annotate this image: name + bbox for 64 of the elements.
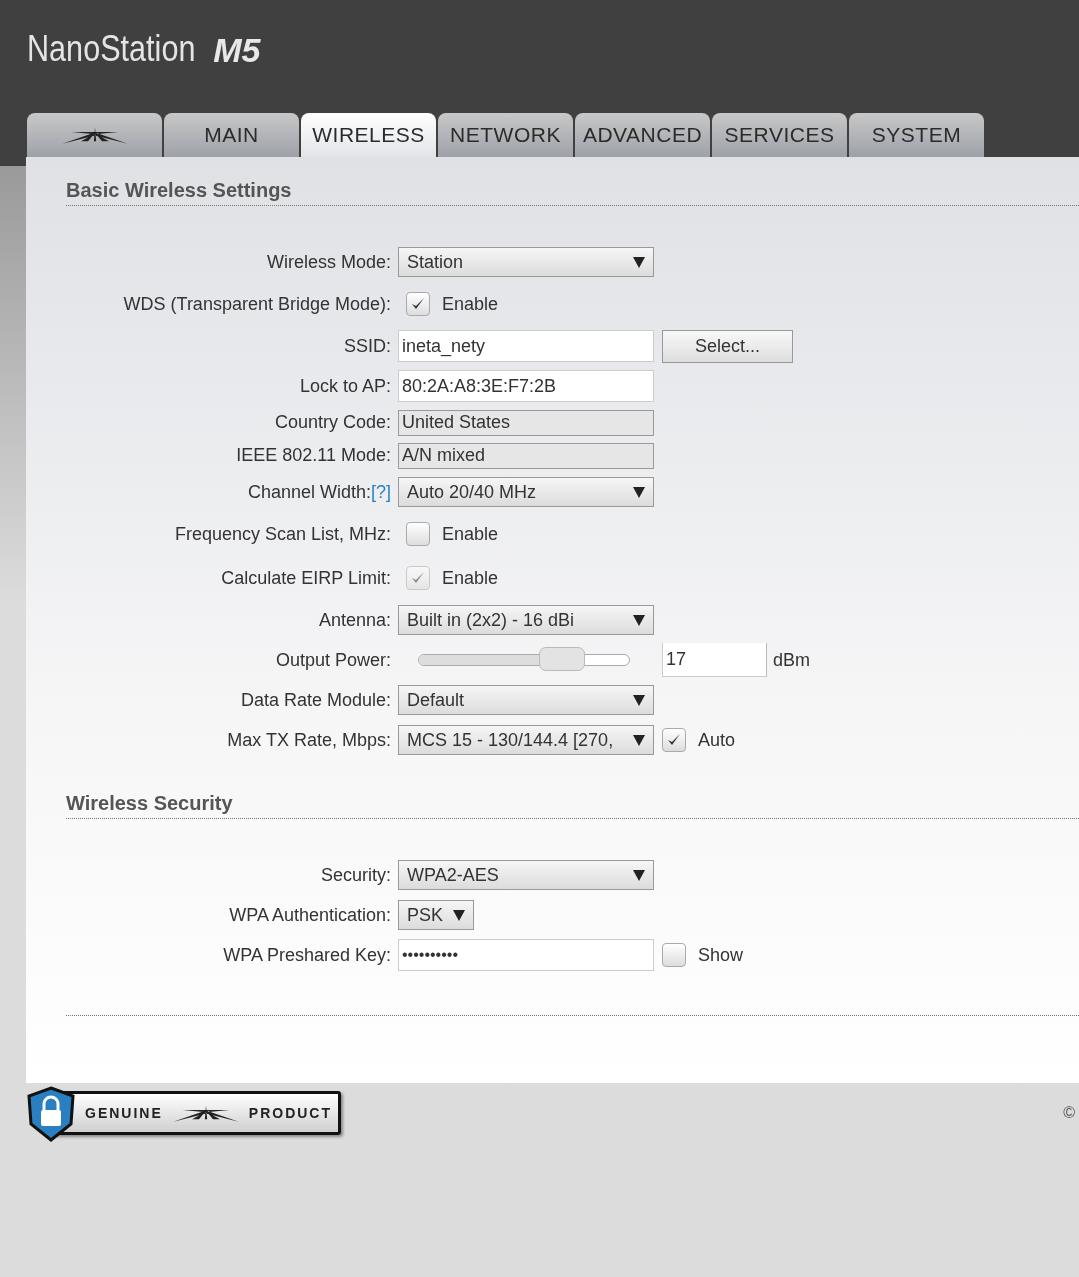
caret-icon (453, 909, 465, 921)
section-title: Wireless Security (66, 792, 1079, 819)
caret-icon (633, 256, 645, 268)
password-field[interactable]: •••••••••• (398, 939, 654, 971)
caret-icon (633, 486, 645, 498)
field-label: WPA Preshared Key: (222, 944, 392, 966)
nav-tab[interactable]: MAIN (164, 113, 299, 157)
badge-text: GENUINE (85, 1105, 163, 1121)
field-label: Security: (319, 864, 392, 886)
product-name: NanoStation (27, 28, 196, 70)
nav-tab[interactable] (27, 113, 162, 157)
field-label: Country Code: (273, 412, 392, 433)
badge-text: PRODUCT (248, 1105, 333, 1121)
nav-tab[interactable]: SYSTEM (849, 113, 984, 157)
checkbox[interactable] (662, 943, 686, 967)
dropdown[interactable]: PSK (398, 900, 474, 930)
field-label: SSID: (343, 335, 392, 357)
nav-tab[interactable]: ADVANCED (575, 113, 710, 157)
checkbox[interactable] (406, 522, 430, 546)
checkbox[interactable] (662, 728, 686, 752)
nav-tab[interactable]: WIRELESS (301, 113, 436, 157)
field-label: Max TX Rate, Mbps: (226, 729, 392, 751)
nav-tab[interactable]: NETWORK (438, 113, 573, 157)
slider-track[interactable] (418, 647, 630, 673)
field-label: Wireless Mode: (265, 251, 392, 273)
field-label: Channel Width:[?] (246, 481, 392, 503)
dropdown[interactable]: Station (398, 247, 654, 277)
checkbox-label: Show (698, 944, 744, 966)
caret-icon (633, 614, 645, 626)
slider-thumb[interactable] (539, 647, 586, 671)
caret-icon (633, 734, 645, 746)
dropdown[interactable]: MCS 15 - 130/144.4 [270, (398, 725, 654, 755)
dropdown[interactable]: Built in (2x2) - 16 dBi (398, 605, 654, 635)
field-label: Frequency Scan List, MHz: (173, 523, 392, 545)
input-field[interactable]: 80:2A:A8:3E:F7:2B (398, 370, 654, 402)
field-label: Antenna: (317, 609, 392, 631)
field-label: Output Power: (274, 649, 392, 671)
model-name: M5 (213, 31, 261, 70)
input-field[interactable]: A/N mixed (398, 442, 654, 469)
section-title: Basic Wireless Settings (66, 179, 1079, 206)
checkbox-label: Auto (698, 729, 736, 751)
copyright-text: © (1063, 1104, 1075, 1122)
dropdown[interactable]: WPA2-AES (398, 860, 654, 890)
field-label: IEEE 802.11 Mode: (235, 445, 392, 466)
select-button[interactable]: Select... (662, 329, 793, 363)
checkbox-label: Enable (442, 567, 499, 589)
field-label: Data Rate Module: (239, 689, 392, 711)
nav-tab[interactable]: SERVICES (712, 113, 847, 157)
dropdown[interactable]: Auto 20/40 MHz (398, 477, 654, 507)
dropdown[interactable]: Default (398, 685, 654, 715)
caret-icon (633, 694, 645, 706)
input-field[interactable]: 17 (662, 643, 767, 677)
checkbox-label: Enable (442, 293, 499, 315)
field-label: WPA Authentication: (228, 904, 392, 926)
input-field[interactable]: ineta_nety (398, 330, 654, 362)
unit-label: dBm (773, 649, 810, 671)
field-label: Lock to AP: (298, 375, 392, 397)
input-field[interactable]: United States (398, 409, 654, 436)
checkbox-label: Enable (442, 523, 499, 545)
checkbox[interactable] (406, 292, 430, 316)
help-link[interactable]: [?] (371, 481, 391, 502)
caret-icon (633, 869, 645, 881)
field-label: WDS (Transparent Bridge Mode): (122, 293, 392, 315)
field-label: Calculate EIRP Limit: (220, 567, 392, 589)
